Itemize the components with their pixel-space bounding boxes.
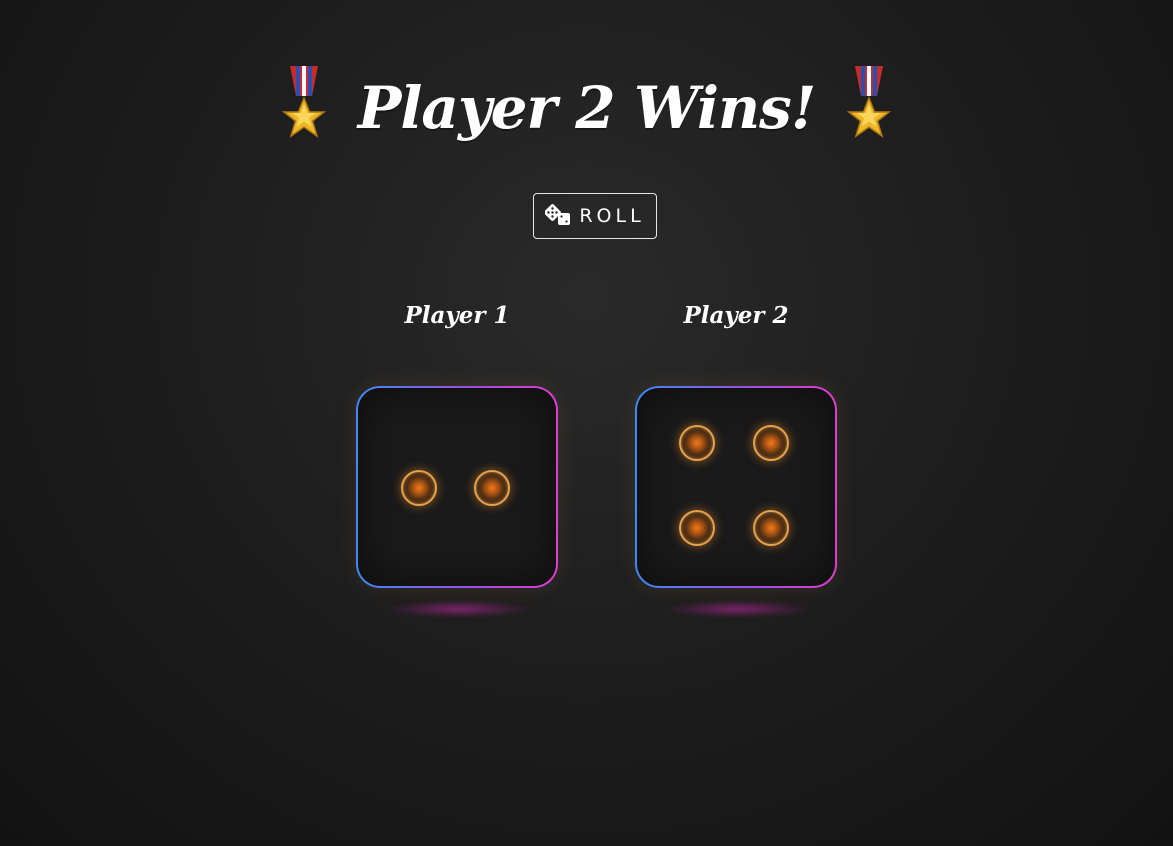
player-1-name: Player 1 [404,302,510,329]
player-1-die [356,386,558,618]
player-1-panel: Player 1 [356,298,558,618]
die-shadow [388,600,530,618]
player-2-die [635,386,837,618]
winner-title: Player 2 Wins! [357,74,817,142]
die-pip [679,510,715,546]
die-shadow [667,600,809,618]
military-medal-icon [276,66,332,150]
die-pip [679,425,715,461]
roll-label: ROLL [579,205,645,227]
die-pip [753,425,789,461]
military-medal-icon [841,66,897,150]
roll-button[interactable]: ROLL [533,193,657,239]
winner-banner: Player 2 Wins! [0,62,1173,154]
die-pip [753,510,789,546]
die-pip [401,470,437,506]
die-pip [474,470,510,506]
player-2-panel: Player 2 [635,298,837,618]
player-2-name: Player 2 [683,302,789,329]
dice-icon [544,203,571,229]
